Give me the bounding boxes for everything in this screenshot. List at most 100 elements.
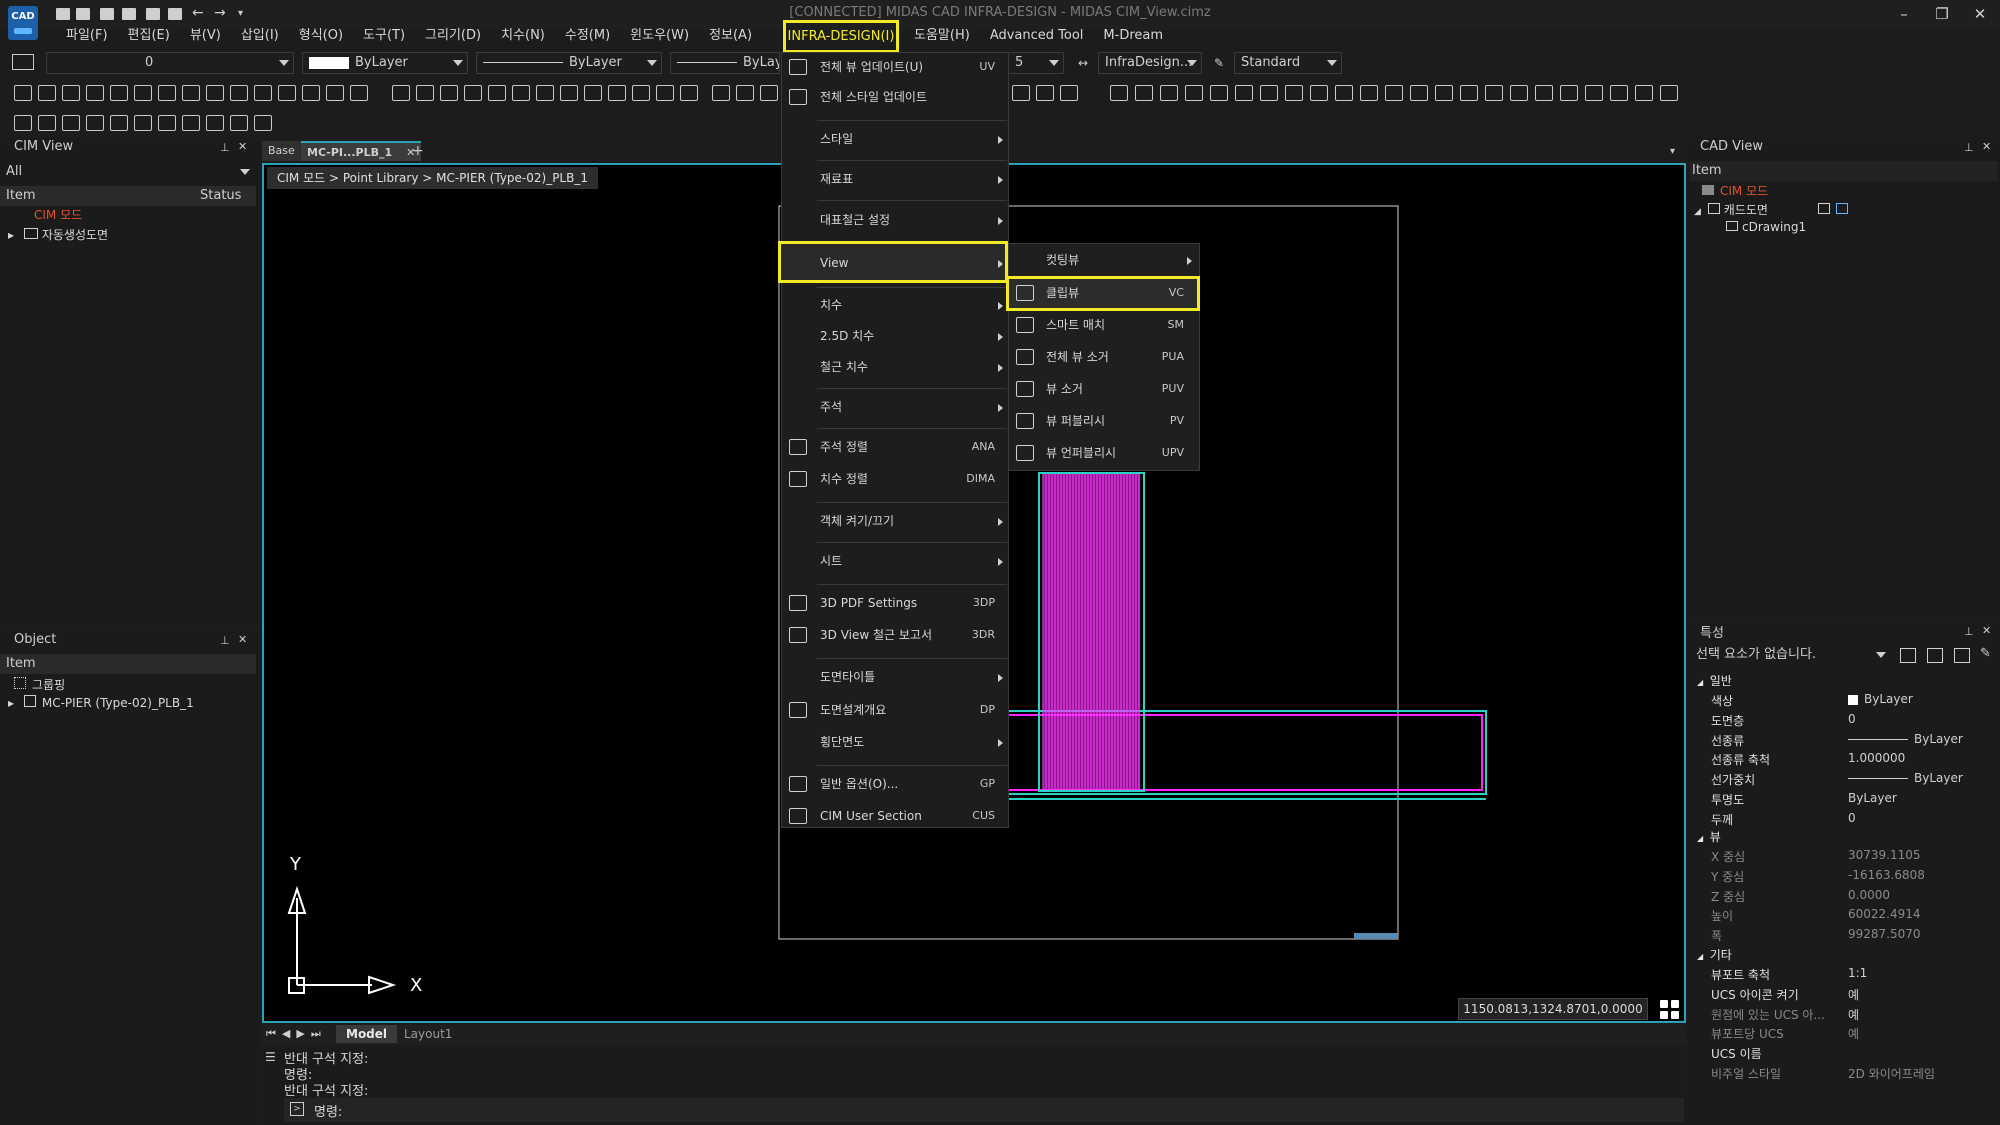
submenu-item-0[interactable]: 컷팅뷰 (1008, 245, 1198, 275)
layer-manager-icon[interactable] (12, 54, 34, 70)
pin-icon[interactable]: ⊥ (1964, 625, 1974, 638)
menu-format[interactable]: 형식(O) (289, 28, 353, 44)
toolbar-tool-icon[interactable] (512, 85, 530, 101)
property-row[interactable]: X 중심 30739.1105 (1691, 848, 2000, 868)
tab-layout1[interactable]: Layout1 (400, 1025, 456, 1043)
model-view-icon[interactable] (1835, 203, 1848, 214)
toolbar-tool-icon[interactable] (230, 115, 248, 131)
toolbar-tool-icon[interactable] (158, 85, 176, 101)
toolbar-tool-icon[interactable] (1185, 85, 1203, 101)
close-panel-icon[interactable]: ✕ (1982, 140, 1991, 153)
toolbar-tool-icon[interactable] (736, 85, 754, 101)
toolbar-tool-icon[interactable] (584, 85, 602, 101)
toolbar-tool-icon[interactable] (1235, 85, 1253, 101)
toolbar-tool-icon[interactable] (608, 85, 626, 101)
toolbar-tool-icon[interactable] (712, 85, 730, 101)
menu-advanced-tool[interactable]: Advanced Tool (980, 28, 1094, 44)
toolbar-tool-icon[interactable] (1560, 85, 1578, 101)
toolbar-tool-icon[interactable] (560, 85, 578, 101)
tree-item-grouping[interactable]: 그룹핑 (14, 676, 65, 693)
selection-combo[interactable]: 선택 요소가 없습니다. (1690, 645, 1890, 667)
toolbar-tool-icon[interactable] (1535, 85, 1553, 101)
toolbar-tool-icon[interactable] (632, 85, 650, 101)
toolbar-tool-icon[interactable] (1385, 85, 1403, 101)
menu-item-19[interactable]: 일반 옵션(O)... GP (781, 769, 1009, 799)
menu-m-dream[interactable]: M-Dream (1093, 28, 1173, 44)
toolbar-tool-icon[interactable] (1310, 85, 1328, 101)
quick-select-icon[interactable] (1900, 648, 1916, 663)
property-row[interactable]: UCS 이름 (1691, 1045, 2000, 1065)
toolbar-tool-icon[interactable] (1610, 85, 1628, 101)
new-tab-icon[interactable]: + (406, 141, 430, 161)
menu-item-4[interactable]: 대표철근 설정 (781, 205, 1009, 235)
property-group[interactable]: ◢ 일반 (1697, 672, 1732, 689)
toolbar-tool-icon[interactable] (110, 115, 128, 131)
minimize-icon[interactable]: – (1886, 2, 1922, 26)
toolbar-tool-icon[interactable] (656, 85, 674, 101)
property-group[interactable]: ◢ 기타 (1697, 946, 1732, 963)
menu-item-11[interactable]: 치수 정렬 DIMA (781, 464, 1009, 494)
toolbar-tool-icon[interactable] (1360, 85, 1378, 101)
toolbar-tool-icon[interactable] (1335, 85, 1353, 101)
expand-icon[interactable]: ▸ (8, 696, 18, 710)
menu-item-18[interactable]: 횡단면도 (781, 727, 1009, 757)
property-row[interactable]: Z 중심 0.0000 (1691, 888, 2000, 908)
toolbar-tool-icon[interactable] (1635, 85, 1653, 101)
command-input[interactable]: > 명령: (284, 1098, 1684, 1122)
toolbar-tool-icon[interactable] (1585, 85, 1603, 101)
submenu-item-3[interactable]: 전체 뷰 소거 PUA (1008, 342, 1198, 372)
close-panel-icon[interactable]: ✕ (238, 633, 247, 646)
property-row[interactable]: 비주얼 스타일 2D 와이어프레임 (1691, 1065, 2000, 1085)
toolbar-tool-icon[interactable] (86, 85, 104, 101)
toolbar-tool-icon[interactable] (14, 85, 32, 101)
menu-item-0[interactable]: 전체 뷰 업데이트(U) UV (781, 52, 1009, 82)
toolbar-tool-icon[interactable] (1485, 85, 1503, 101)
menu-infra-design[interactable]: INFRA-DESIGN(I) (783, 20, 899, 53)
toolbar-tool-icon[interactable] (206, 85, 224, 101)
toolbar-tool-icon[interactable] (62, 85, 80, 101)
toolbar-tool-icon[interactable] (326, 85, 344, 101)
toggle-pickadd-icon[interactable]: ✎ (1980, 646, 1991, 661)
collapse-icon[interactable]: ◢ (1697, 678, 1706, 687)
scale-combo[interactable]: 5 (1008, 52, 1064, 74)
toolbar-tool-icon[interactable] (206, 115, 224, 131)
tab-mc-pier[interactable]: MC-PI...PLB_1 ✕ (301, 141, 422, 161)
menu-item-6[interactable]: 치수 (781, 290, 1009, 320)
property-row[interactable]: 색상 ByLayer (1691, 692, 2000, 712)
menu-help[interactable]: 도움말(H) (904, 28, 980, 44)
toolbar-tool-icon[interactable] (1410, 85, 1428, 101)
menu-item-14[interactable]: 3D PDF Settings 3DP (781, 588, 1009, 618)
pin-icon[interactable]: ⊥ (220, 634, 230, 647)
collapse-icon[interactable]: ◢ (1694, 207, 1704, 217)
toolbar-tool-icon[interactable] (416, 85, 434, 101)
toolbar-tool-icon[interactable] (440, 85, 458, 101)
property-row[interactable]: 두께 0 (1691, 811, 2000, 831)
toolbar-tool-icon[interactable] (278, 85, 296, 101)
submenu-item-2[interactable]: 스마트 매치 SM (1008, 310, 1198, 340)
tab-model[interactable]: Model (336, 1025, 398, 1043)
property-row[interactable]: Y 중심 -16163.6808 (1691, 868, 2000, 888)
toolbar-tool-icon[interactable] (680, 85, 698, 101)
tree-item-pier[interactable]: ▸ MC-PIER (Type-02)_PLB_1 (8, 695, 194, 710)
menu-item-20[interactable]: CIM User Section CUS (781, 801, 1009, 831)
toolbar-tool-icon[interactable] (760, 85, 778, 101)
toolbar-tool-icon[interactable] (1110, 85, 1128, 101)
toolbar-tool-icon[interactable] (1036, 85, 1054, 101)
collapse-icon[interactable]: ◢ (1697, 834, 1706, 843)
restore-icon[interactable]: ❐ (1924, 2, 1960, 26)
toolbar-tool-icon[interactable] (110, 85, 128, 101)
linetype-combo[interactable]: ByLayer (476, 52, 662, 74)
menu-item-2[interactable]: 스타일 (781, 124, 1009, 154)
textstyle-combo[interactable]: Standard (1234, 52, 1342, 74)
submenu-item-4[interactable]: 뷰 소거 PUV (1008, 374, 1198, 404)
toolbar-tool-icon[interactable] (1160, 85, 1178, 101)
toolbar-tool-icon[interactable] (1012, 85, 1030, 101)
expand-icon[interactable]: ▸ (8, 228, 18, 242)
tab-list-icon[interactable]: ▾ (1670, 146, 1675, 157)
toolbar-tool-icon[interactable] (464, 85, 482, 101)
toolbar-tool-icon[interactable] (62, 115, 80, 131)
toolbar-tool-icon[interactable] (14, 115, 32, 131)
toolbar-tool-icon[interactable] (254, 85, 272, 101)
toolbar-tool-icon[interactable] (1260, 85, 1278, 101)
menu-item-1[interactable]: 전체 스타일 업데이트 (781, 82, 1009, 112)
